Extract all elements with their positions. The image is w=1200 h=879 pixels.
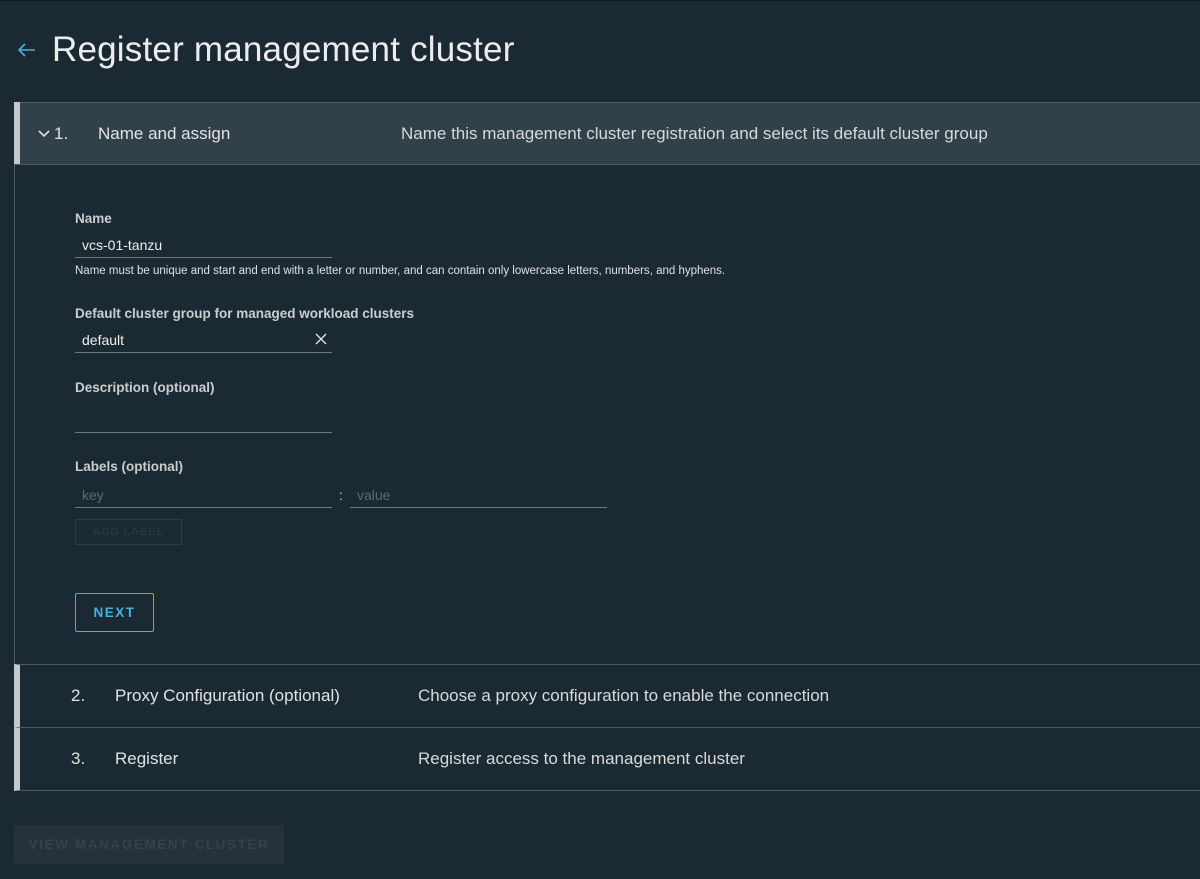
- key-placeholder: key: [82, 486, 104, 503]
- chevron-down-icon: [20, 129, 54, 139]
- description-label: Description (optional): [75, 380, 215, 395]
- description-input[interactable]: [75, 401, 332, 433]
- step-1-body: Name vcs-01-tanzu Name must be unique an…: [14, 164, 1200, 664]
- page-title: Register management cluster: [52, 30, 515, 69]
- view-management-cluster-button[interactable]: VIEW MANAGEMENT CLUSTER: [14, 825, 284, 864]
- label-key-input[interactable]: key: [75, 482, 332, 508]
- step-proxy-configuration: 2. Proxy Configuration (optional) Choose…: [14, 665, 1200, 728]
- next-button[interactable]: NEXT: [75, 593, 154, 632]
- top-divider: [0, 0, 1200, 1]
- name-helper-text: Name must be unique and start and end wi…: [75, 265, 726, 277]
- step-title: Proxy Configuration (optional): [115, 686, 340, 705]
- name-input[interactable]: vcs-01-tanzu: [75, 232, 332, 258]
- page: Register management cluster 1. Name and …: [0, 0, 1200, 879]
- step-title: Register: [115, 749, 179, 768]
- label-value-input[interactable]: value: [350, 482, 607, 508]
- labels-label: Labels (optional): [75, 459, 183, 474]
- page-header: Register management cluster: [16, 30, 515, 70]
- stepper: 1. Name and assign Name this management …: [14, 102, 1200, 791]
- name-label: Name: [75, 211, 112, 226]
- step-number: 2.: [71, 686, 86, 705]
- value-placeholder: value: [357, 486, 391, 503]
- step-title: Name and assign: [98, 123, 231, 143]
- cluster-group-select[interactable]: default: [75, 327, 332, 353]
- step-name-and-assign: 1. Name and assign Name this management …: [14, 102, 1200, 665]
- name-and-assign-form: Name vcs-01-tanzu Name must be unique an…: [75, 211, 725, 632]
- labels-row: key : value: [75, 482, 725, 508]
- close-icon[interactable]: [314, 332, 328, 346]
- cluster-group-value: default: [82, 331, 125, 348]
- step-number: 1.: [54, 123, 69, 143]
- step-2-header[interactable]: 2. Proxy Configuration (optional) Choose…: [20, 665, 1200, 727]
- step-number: 3.: [71, 749, 86, 768]
- step-description: Choose a proxy configuration to enable t…: [418, 686, 830, 705]
- step-register: 3. Register Register access to the manag…: [14, 728, 1200, 791]
- arrow-left-icon[interactable]: [16, 39, 38, 61]
- add-label-button[interactable]: ADD LABEL: [75, 519, 182, 545]
- step-3-header[interactable]: 3. Register Register access to the manag…: [20, 728, 1200, 790]
- step-description: Name this management cluster registratio…: [401, 123, 988, 143]
- step-description: Register access to the management cluste…: [418, 749, 745, 768]
- step-1-header[interactable]: 1. Name and assign Name this management …: [20, 102, 1200, 164]
- group-label: Default cluster group for managed worklo…: [75, 306, 415, 321]
- label-separator: :: [339, 487, 343, 503]
